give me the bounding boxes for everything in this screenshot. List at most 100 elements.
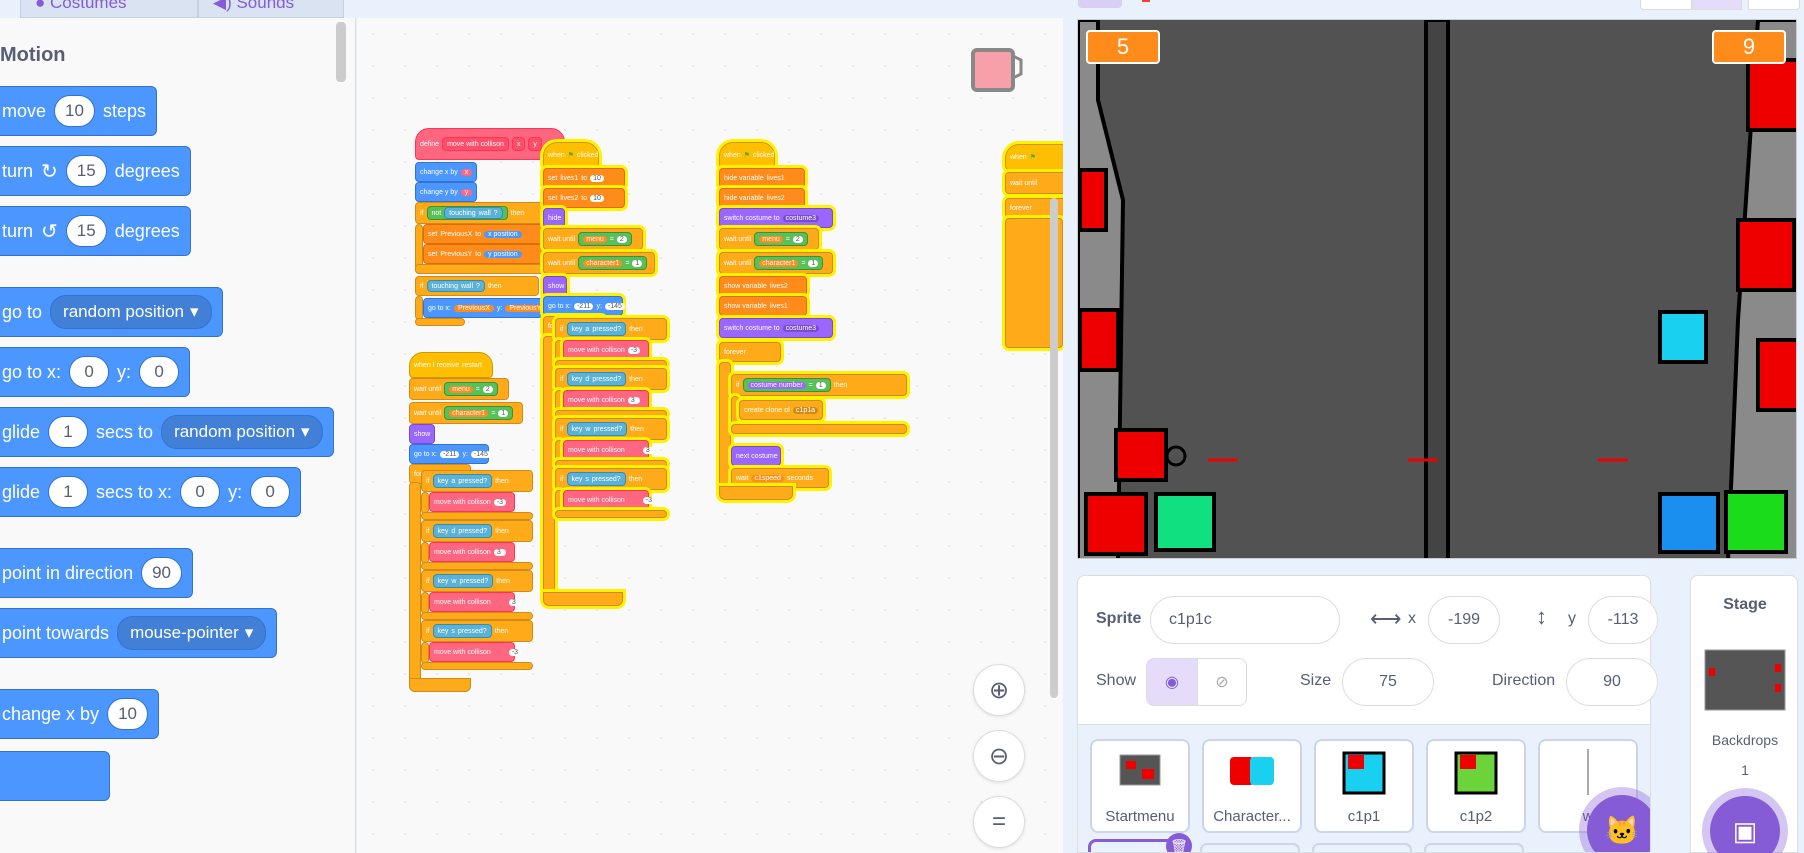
wait-until-character-block[interactable]: wait until character1 = 1 [543,252,655,274]
sprite-tile[interactable]: Character... [1202,739,1302,833]
forever-block[interactable]: forever [719,342,781,362]
if-key-pressed-block[interactable]: if key d pressed? then [555,368,667,390]
key-dropdown[interactable]: w [585,426,590,433]
key-dropdown[interactable]: d [451,528,455,535]
y-arg-input[interactable]: -3 [642,496,655,504]
zoom-in-button[interactable]: ⊕ [973,664,1025,716]
size-input[interactable]: 75 [1342,658,1434,706]
set-lives2-block[interactable]: set lives2 to 10 [543,188,625,208]
stage-canvas[interactable]: 5 9 [1077,19,1797,559]
if-key-pressed-block[interactable]: if key s pressed? then [421,620,533,642]
if-key-pressed-block[interactable]: if key a pressed? then [421,470,533,492]
y-arg-input[interactable]: 3 [508,598,521,606]
small-stage-button[interactable] [1640,0,1692,10]
target-dropdown[interactable]: random position ▾ [161,415,323,449]
x-arg-input[interactable]: -3 [493,498,506,506]
var-dropdown[interactable]: lives2 [560,195,578,202]
y-input[interactable]: 0 [139,356,180,388]
set-lives1-block[interactable]: set lives1 to 10 [543,168,625,188]
go-to-previous-block[interactable]: go to x: PreviousX y: PreviousY [423,298,546,318]
clone-dropdown[interactable]: c1p1a [792,406,818,414]
key-dropdown[interactable]: s [585,476,589,483]
when-flag-clicked-hat[interactable]: when ⚑ clicked [543,142,599,168]
var-dropdown[interactable]: PreviousX [440,231,472,238]
hide-variable-lives2-block[interactable]: hide variable lives2 [719,188,805,208]
target-dropdown[interactable]: random position ▾ [50,295,212,329]
go-to-xy-block[interactable]: go to x: -211 y: -145 [409,444,491,464]
move-with-collison-block[interactable]: move with collison -3 [563,490,655,510]
switch-costume-block[interactable]: switch costume to costume3 [719,208,833,228]
show-block[interactable]: show [409,424,435,444]
block-move-steps[interactable]: move 10 steps [0,86,157,136]
if-costume-block[interactable]: if costume number = 1 then [731,374,907,396]
sprite-tile[interactable]: c1p2 [1426,739,1526,833]
zoom-reset-button[interactable]: = [973,796,1025,848]
show-hidden-button[interactable]: ⊘ [1197,658,1247,706]
wait-until-menu-block[interactable]: wait until menu = 2 [409,378,509,400]
x-arg-input[interactable]: 3 [627,396,640,404]
var-dropdown[interactable]: lives2 [767,195,785,202]
y-input[interactable]: -145 [604,302,625,310]
y-input[interactable]: -145 [470,450,491,458]
move-with-collison-block[interactable]: move with collison 3 [563,440,655,460]
move-with-collison-block[interactable]: move with collison 3 [429,542,515,562]
block-change-x[interactable]: change x by 10 [0,689,159,739]
wait-until-menu-block[interactable]: wait until menu = 2 [719,228,819,250]
hide-variable-lives1-block[interactable]: hide variable lives1 [719,168,805,188]
var-dropdown[interactable]: PreviousY [440,251,472,258]
x-arg-input[interactable]: -3 [627,346,640,354]
code-workspace[interactable]: define move with collison x y change x b… [357,18,1063,853]
secs-input[interactable]: 1 [48,416,89,448]
y-input[interactable]: 0 [250,476,291,508]
delete-sprite-button[interactable]: 🗑 [1166,833,1192,852]
dropdown-value[interactable]: number [779,382,803,389]
degrees-input[interactable]: 15 [65,155,107,187]
y-input[interactable]: -113 [1588,596,1658,644]
set-previousy-block[interactable]: set PreviousY to y position [423,244,543,264]
block-set-x[interactable] [0,751,110,801]
when-receive-hat[interactable]: when I receive restart [409,352,493,378]
show-variable-lives2-block[interactable]: show variable lives2 [719,276,807,296]
value-input[interactable]: 1 [632,259,643,267]
var-dropdown[interactable]: lives1 [560,175,578,182]
wait-until-character-block[interactable]: wait until character1 = 1 [719,252,833,274]
var-dropdown[interactable]: lives1 [767,175,785,182]
wait-until-block[interactable]: wait until [1005,172,1063,194]
move-with-collison-block[interactable]: move with collison 3 [563,390,649,410]
value-input[interactable]: 1 [815,381,826,389]
key-dropdown[interactable]: w [451,578,456,585]
x-input[interactable]: 0 [180,476,221,508]
wait-until-menu-block[interactable]: wait until menu = 2 [543,228,643,250]
value-input[interactable]: 1 [808,259,819,267]
wait-seconds-block[interactable]: wait c1speed seconds [731,468,829,488]
block-glide-to[interactable]: glide 1 secs to random position ▾ [0,407,334,457]
move-with-collison-block[interactable]: move with collison -3 [429,492,515,512]
when-flag-clicked-hat[interactable]: when ⚑ clicked [719,142,775,168]
add-backdrop-button[interactable]: ▣ [1710,796,1780,853]
sprite-tile[interactable] [1200,843,1300,852]
value-input[interactable]: 2 [792,235,803,243]
value-input[interactable]: 1 [498,409,509,417]
show-visible-button[interactable]: ◉ [1146,658,1198,706]
show-variable-lives1-block[interactable]: show variable lives1 [719,296,807,316]
block-point-in-direction[interactable]: point in direction 90 [0,548,194,598]
if-key-pressed-block[interactable]: if key d pressed? then [421,520,533,542]
steps-input[interactable]: 10 [54,95,95,127]
workspace-scrollbar[interactable] [1050,198,1058,698]
x-arg-input[interactable]: 3 [493,548,506,556]
hide-block[interactable]: hide [543,208,565,228]
show-block[interactable]: show [543,276,567,296]
set-previousx-block[interactable]: set PreviousX to x position [423,224,543,244]
move-with-collison-block[interactable]: move with collison -3 [563,340,649,360]
tab-costumes[interactable]: ● Costumes [20,0,198,18]
y-arg-input[interactable]: -3 [508,648,521,656]
var-dropdown[interactable]: lives1 [770,303,788,310]
block-go-to[interactable]: go to random position ▾ [0,287,223,337]
switch-costume-block[interactable]: switch costume to costume3 [719,318,833,338]
degrees-input[interactable]: 15 [65,215,107,247]
x-input[interactable]: -211 [573,302,594,310]
var-dropdown[interactable]: lives2 [770,283,788,290]
tab-sounds[interactable]: ◀) Sounds [198,0,344,18]
block-turn-left[interactable]: turn ↺ 15 degrees [0,206,191,256]
sprite-tile[interactable]: c1p1 [1314,739,1414,833]
